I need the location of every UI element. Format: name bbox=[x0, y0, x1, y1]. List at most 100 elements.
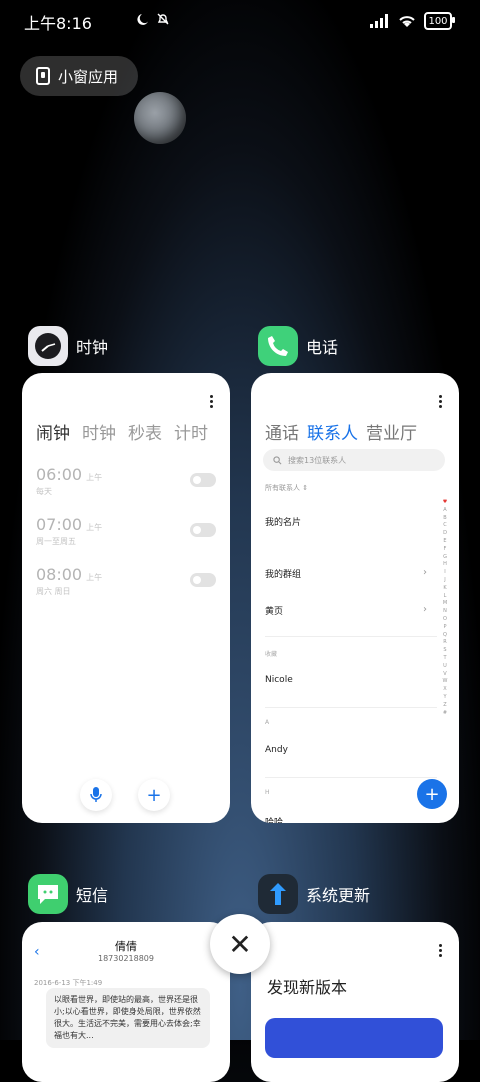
alarm-toggle[interactable] bbox=[190, 573, 216, 587]
yellow-pages-row[interactable]: 黄页 bbox=[265, 604, 283, 617]
tab-timer[interactable]: 计时 bbox=[174, 419, 208, 444]
conversation-contact-number: 18730218809 bbox=[98, 954, 154, 963]
contact-search-input[interactable]: 搜索13位联系人 bbox=[263, 449, 445, 471]
alarm-repeat: 周一至周五 bbox=[36, 537, 76, 546]
alarm-item[interactable]: 06:00 上午 每天 bbox=[36, 465, 216, 497]
index-letter[interactable]: C bbox=[443, 522, 447, 530]
index-letter[interactable]: F bbox=[444, 546, 447, 554]
index-letter[interactable]: O bbox=[443, 616, 447, 624]
floating-window-button[interactable]: 小窗应用 bbox=[20, 56, 138, 96]
alarm-ampm: 上午 bbox=[86, 573, 103, 582]
index-letter[interactable]: I bbox=[444, 569, 445, 577]
status-bar: 上午8:16 100 bbox=[0, 0, 480, 40]
index-letter[interactable]: E bbox=[443, 538, 446, 546]
sms-app-name: 短信 bbox=[76, 886, 109, 905]
phone-app-header[interactable]: 电话 bbox=[258, 326, 338, 366]
alphabet-index-bar[interactable]: ♥ A B C D E F G H I J K L M N O P Q R S T U V W X Y Z # bbox=[441, 499, 449, 717]
index-letter[interactable]: H bbox=[443, 561, 447, 569]
plus-icon: + bbox=[146, 784, 162, 806]
tab-service-hall[interactable]: 营业厅 bbox=[366, 419, 417, 444]
index-letter[interactable]: N bbox=[443, 608, 447, 616]
index-letter[interactable]: U bbox=[443, 663, 447, 671]
divider bbox=[265, 777, 437, 778]
message-bubble: 以眼看世界，即使站的最高，世界还是很小;以心看世界，即使身处局限，世界依然很大。… bbox=[46, 988, 210, 1048]
more-options-icon[interactable] bbox=[210, 395, 214, 410]
contact-row[interactable]: Andy bbox=[265, 745, 288, 755]
more-options-icon[interactable] bbox=[439, 944, 443, 959]
chevron-right-icon: › bbox=[423, 567, 427, 578]
index-letter[interactable]: D bbox=[443, 530, 447, 538]
section-h-label: H bbox=[265, 789, 270, 796]
search-icon bbox=[273, 455, 282, 464]
chevron-right-icon: › bbox=[423, 604, 427, 615]
plus-icon: + bbox=[424, 783, 440, 805]
index-letter[interactable]: T bbox=[443, 655, 446, 663]
alarm-repeat: 每天 bbox=[36, 487, 52, 496]
tab-clock[interactable]: 时钟 bbox=[82, 419, 116, 444]
clock-app-header[interactable]: 时钟 bbox=[28, 326, 108, 366]
phone-app-name: 电话 bbox=[306, 338, 339, 357]
index-letter[interactable]: B bbox=[443, 515, 446, 523]
floating-window-icon bbox=[36, 67, 50, 85]
sms-card[interactable]: ‹ 倩倩 18730218809 2016-6-13 下午1:49 以眼看世界，… bbox=[22, 922, 230, 1082]
phone-app-icon bbox=[258, 326, 298, 366]
index-letter[interactable]: P bbox=[443, 624, 446, 632]
index-letter[interactable]: R bbox=[443, 639, 446, 647]
index-letter[interactable]: A bbox=[443, 507, 446, 515]
index-letter[interactable]: Z bbox=[443, 702, 446, 710]
tab-contacts[interactable]: 联系人 bbox=[307, 419, 358, 444]
my-card-row[interactable]: 我的名片 bbox=[265, 515, 301, 528]
index-letter[interactable]: L bbox=[444, 593, 447, 601]
index-letter[interactable]: S bbox=[443, 647, 446, 655]
add-contact-button[interactable]: + bbox=[417, 779, 447, 809]
moon-icon bbox=[137, 14, 148, 25]
sms-app-header[interactable]: 短信 bbox=[28, 874, 108, 914]
index-letter[interactable]: K bbox=[443, 585, 446, 593]
index-letter[interactable]: ♥ bbox=[443, 499, 447, 507]
my-groups-row[interactable]: 我的群组 bbox=[265, 567, 301, 580]
alarm-toggle[interactable] bbox=[190, 523, 216, 537]
clock-app-icon bbox=[28, 326, 68, 366]
search-placeholder: 搜索13位联系人 bbox=[288, 455, 347, 465]
mic-icon bbox=[90, 787, 102, 802]
close-icon: ✕ bbox=[228, 927, 252, 961]
index-letter[interactable]: W bbox=[443, 678, 448, 686]
tab-stopwatch[interactable]: 秒表 bbox=[128, 419, 162, 444]
mic-button[interactable] bbox=[80, 779, 112, 811]
index-letter[interactable]: M bbox=[443, 600, 447, 608]
sms-app-icon bbox=[28, 874, 68, 914]
tab-alarm[interactable]: 闹钟 bbox=[36, 419, 70, 444]
clear-all-button[interactable]: ✕ bbox=[210, 914, 270, 974]
index-letter[interactable]: Q bbox=[443, 632, 447, 640]
system-update-card[interactable]: 发现新版本 bbox=[251, 922, 459, 1082]
clock-tabs: 闹钟 时钟 秒表 计时 bbox=[36, 419, 208, 444]
conversation-contact-name: 倩倩 bbox=[115, 940, 137, 953]
contact-row[interactable]: 哈哈 bbox=[265, 815, 283, 823]
alarm-time: 07:00 bbox=[36, 515, 83, 534]
alarm-ampm: 上午 bbox=[86, 523, 103, 532]
more-options-icon[interactable] bbox=[439, 395, 443, 410]
index-letter[interactable]: Y bbox=[443, 694, 446, 702]
index-letter[interactable]: V bbox=[443, 671, 446, 679]
all-contacts-label: 所有联系人 bbox=[265, 484, 300, 492]
status-right-icons: 100 bbox=[370, 12, 455, 30]
alarm-item[interactable]: 07:00 上午 周一至周五 bbox=[36, 515, 216, 547]
alarm-item[interactable]: 08:00 上午 周六 周日 bbox=[36, 565, 216, 597]
update-app-header[interactable]: 系统更新 bbox=[258, 874, 370, 914]
index-letter[interactable]: # bbox=[443, 710, 447, 718]
index-letter[interactable]: X bbox=[443, 686, 446, 694]
add-alarm-button[interactable]: + bbox=[138, 779, 170, 811]
index-letter[interactable]: G bbox=[443, 554, 447, 562]
alarm-ampm: 上午 bbox=[86, 473, 103, 482]
index-letter[interactable]: J bbox=[444, 577, 445, 585]
tab-calls[interactable]: 通话 bbox=[265, 419, 299, 444]
battery-level: 100 bbox=[428, 15, 448, 27]
clock-card[interactable]: 闹钟 时钟 秒表 计时 06:00 上午 每天 07:00 上午 周一至周五 08:… bbox=[22, 373, 230, 823]
contact-row[interactable]: Nicole bbox=[265, 675, 293, 685]
divider bbox=[265, 636, 437, 637]
all-contacts-filter[interactable]: 所有联系人 ⇕ bbox=[265, 483, 308, 493]
phone-card[interactable]: 通话 联系人 营业厅 搜索13位联系人 所有联系人 ⇕ 我的名片 我的群组 › … bbox=[251, 373, 459, 823]
message-timestamp: 2016-6-13 下午1:49 bbox=[34, 979, 103, 987]
alarm-toggle[interactable] bbox=[190, 473, 216, 487]
status-left-icons bbox=[136, 12, 170, 26]
